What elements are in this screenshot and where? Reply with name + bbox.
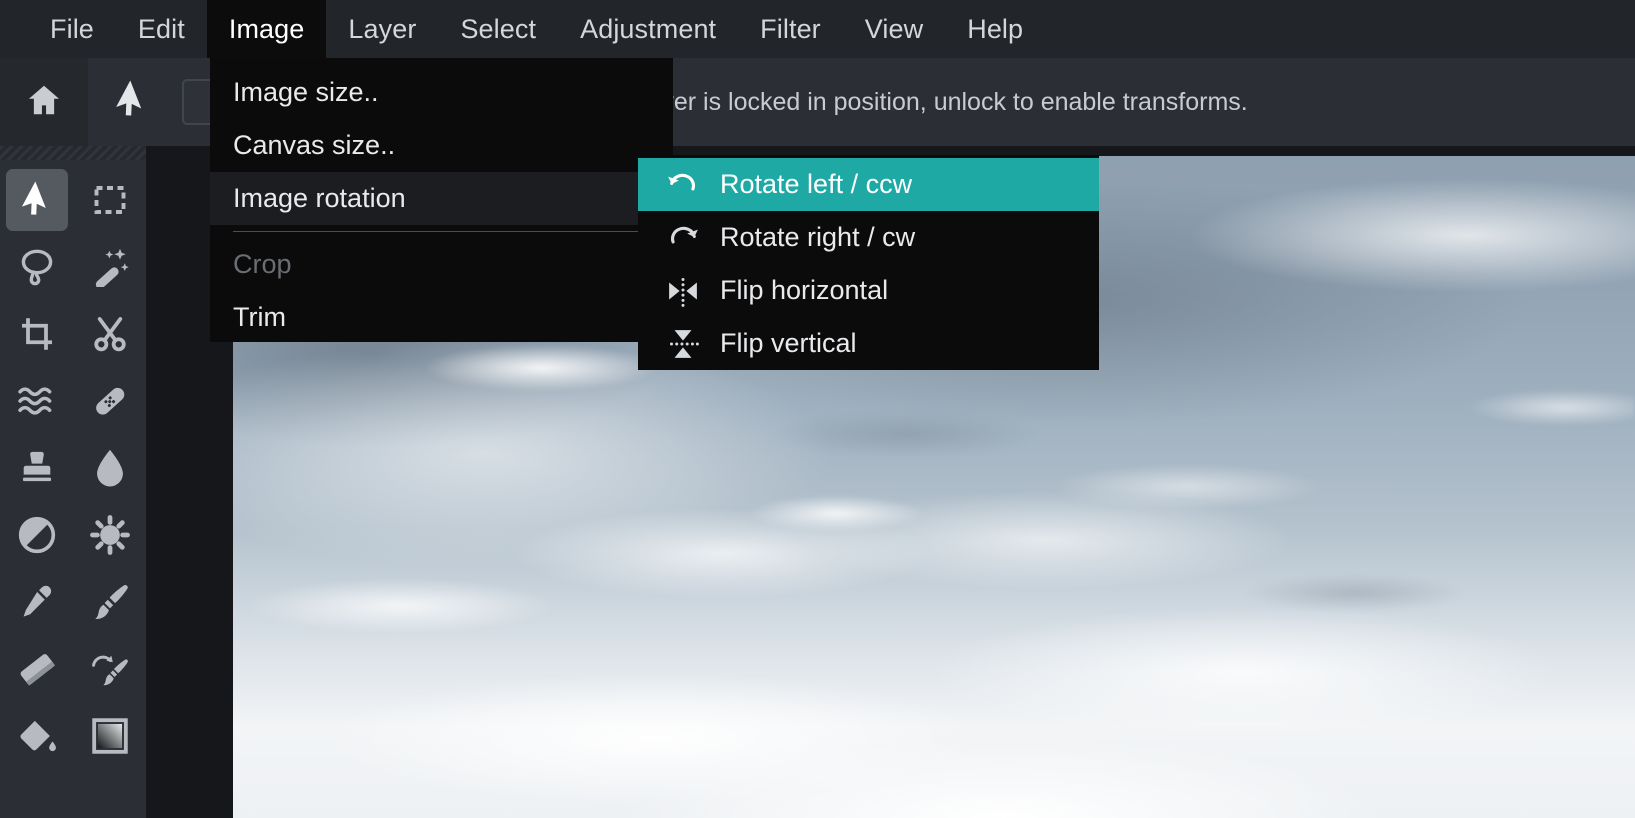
crop-icon — [19, 316, 55, 352]
sun-icon — [89, 514, 130, 555]
submenu-item-flip-vertical[interactable]: Flip vertical — [638, 317, 1099, 370]
paintbrush-icon — [91, 583, 129, 621]
image-rotation-submenu: Rotate left / ccw Rotate right / cw Flip… — [638, 155, 1099, 370]
tool-sidebar — [0, 160, 146, 818]
menu-help[interactable]: Help — [945, 0, 1045, 58]
menu-item-crop: Crop — [233, 249, 292, 279]
menu-image[interactable]: Image — [206, 0, 327, 58]
menu-filter[interactable]: Filter — [738, 0, 843, 58]
cursor-arrow-icon — [20, 180, 54, 219]
contrast-circle-icon — [18, 516, 56, 554]
submenu-label: Rotate right / cw — [720, 222, 916, 252]
rotate-cw-icon — [660, 219, 706, 257]
paint-bucket-icon — [17, 717, 57, 755]
move-cursor-icon — [114, 79, 150, 125]
tool-blur[interactable] — [73, 434, 146, 501]
tool-eraser[interactable] — [0, 635, 73, 702]
menu-view[interactable]: View — [843, 0, 945, 58]
menu-select[interactable]: Select — [438, 0, 558, 58]
menu-adjustment[interactable]: Adjustment — [558, 0, 738, 58]
tool-crop[interactable] — [0, 300, 73, 367]
tool-move[interactable] — [0, 166, 73, 233]
menu-item-canvas-size[interactable]: Canvas size.. — [210, 119, 673, 172]
tool-gradient[interactable] — [73, 702, 146, 769]
tool-magic-wand[interactable] — [73, 233, 146, 300]
status-message: Layer is locked in position, unlock to e… — [633, 87, 1248, 116]
menu-item-trim[interactable]: Trim — [210, 291, 673, 344]
stamp-icon — [19, 449, 55, 487]
menu-file[interactable]: File — [28, 0, 116, 58]
submenu-item-rotate-left[interactable]: Rotate left / ccw — [638, 158, 1099, 211]
tool-brightness[interactable] — [73, 501, 146, 568]
tool-dodge-burn[interactable] — [0, 501, 73, 568]
toolbar-drag-handle[interactable] — [0, 146, 146, 160]
tool-cut[interactable] — [73, 300, 146, 367]
tool-rectangle-select[interactable] — [73, 166, 146, 233]
menu-separator — [233, 231, 655, 232]
waves-icon — [17, 384, 57, 418]
tool-heal[interactable] — [73, 367, 146, 434]
rotate-ccw-icon — [660, 166, 706, 204]
tool-eyedropper[interactable] — [0, 568, 73, 635]
eraser-icon — [17, 651, 57, 687]
image-dropdown-menu: Image size.. Canvas size.. Image rotatio… — [210, 58, 673, 342]
tool-paintbrush[interactable] — [73, 568, 146, 635]
submenu-label: Flip vertical — [720, 328, 857, 358]
scissors-icon — [91, 315, 129, 353]
lasso-icon — [18, 247, 56, 287]
current-tool-preview[interactable] — [88, 58, 176, 146]
tool-history-brush[interactable] — [73, 635, 146, 702]
bandage-icon — [91, 382, 129, 420]
menu-bar: File Edit Image Layer Select Adjustment … — [0, 0, 1635, 58]
droplet-icon — [94, 448, 126, 488]
tool-lasso[interactable] — [0, 233, 73, 300]
tool-paint-bucket[interactable] — [0, 702, 73, 769]
submenu-item-flip-horizontal[interactable]: Flip horizontal — [638, 264, 1099, 317]
magic-wand-icon — [90, 247, 130, 287]
menu-item-image-rotation[interactable]: Image rotation — [210, 172, 673, 225]
app-root: File Edit Image Layer Select Adjustment … — [0, 0, 1635, 818]
home-button[interactable] — [0, 58, 88, 146]
tool-clone-stamp[interactable] — [0, 434, 73, 501]
flip-horizontal-icon — [660, 272, 706, 310]
menu-edit[interactable]: Edit — [116, 0, 207, 58]
submenu-label: Flip horizontal — [720, 275, 889, 305]
eyedropper-icon — [18, 583, 56, 621]
flip-vertical-icon — [660, 325, 706, 363]
home-icon — [25, 81, 63, 124]
marquee-icon — [92, 182, 128, 218]
menu-item-image-size[interactable]: Image size.. — [210, 66, 673, 119]
menu-layer[interactable]: Layer — [326, 0, 438, 58]
history-brush-icon — [90, 650, 130, 688]
gradient-square-icon — [91, 717, 129, 755]
submenu-label: Rotate left / ccw — [720, 169, 913, 199]
tool-smudge[interactable] — [0, 367, 73, 434]
submenu-item-rotate-right[interactable]: Rotate right / cw — [638, 211, 1099, 264]
